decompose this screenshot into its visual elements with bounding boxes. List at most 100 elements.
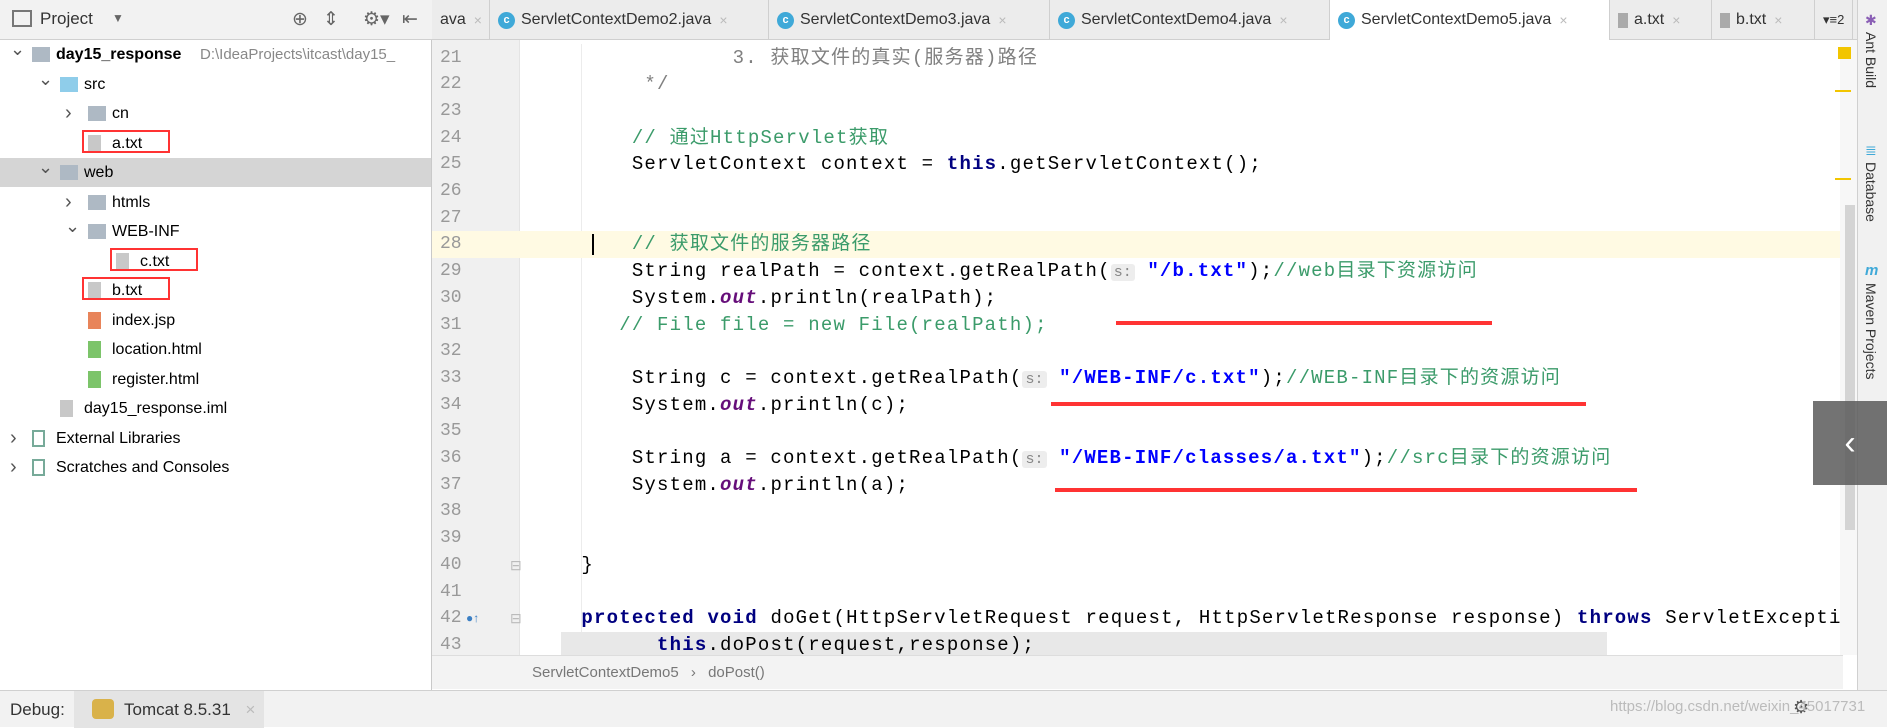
hide-panel-icon[interactable]: ⇤ xyxy=(402,8,418,31)
tree-item[interactable]: location.html xyxy=(0,335,431,364)
tree-item[interactable]: ⌄ src xyxy=(0,69,431,99)
close-icon[interactable]: × xyxy=(1672,12,1680,28)
maven-icon: m xyxy=(1865,262,1879,279)
override-gutter-icon[interactable]: ●↑ xyxy=(466,605,479,632)
editor-tab[interactable]: b.txt × xyxy=(1712,0,1815,40)
tree-item[interactable]: index.jsp xyxy=(0,306,431,335)
maven-projects-tool-button[interactable]: Maven Projects xyxy=(1863,283,1879,379)
chevron-right-icon[interactable]: › xyxy=(10,453,17,482)
code-token: this xyxy=(657,633,708,656)
chevron-down-icon[interactable]: ⌄ xyxy=(38,153,53,182)
tabs-overflow-button[interactable]: ▾≡2 xyxy=(1815,0,1854,40)
tree-item-label: day15_response xyxy=(56,46,182,63)
class-icon: c xyxy=(777,11,794,29)
tree-item[interactable]: › External Libraries xyxy=(0,424,431,453)
tree-item[interactable]: › cn xyxy=(0,99,431,128)
code-token: System. xyxy=(531,473,721,496)
collapse-side-button[interactable]: ‹ xyxy=(1813,401,1887,485)
collapse-all-icon[interactable]: ⇕ xyxy=(323,8,339,31)
debug-tab-tomcat[interactable]: Tomcat 8.5.31 × xyxy=(74,691,264,728)
code-token: } xyxy=(531,553,595,576)
close-icon[interactable]: × xyxy=(719,12,727,28)
editor-tab[interactable]: a.txt × xyxy=(1610,0,1712,40)
code-line: 42 ●↑ ⊟ protected void doGet(HttpServletRe… xyxy=(432,605,1840,632)
code-text: String realPath = context.getRealPath(s:… xyxy=(531,258,1478,287)
text-file-icon xyxy=(1618,12,1628,28)
database-tool-button[interactable]: Database xyxy=(1863,162,1879,222)
close-icon[interactable]: × xyxy=(474,12,482,28)
editor-tab[interactable]: c ServletContextDemo3.java × xyxy=(769,0,1050,40)
parameter-hint: s: xyxy=(1110,264,1135,282)
error-stripe-marker[interactable] xyxy=(1835,178,1851,180)
tab-label: a.txt xyxy=(1634,11,1665,28)
line-number: 32 xyxy=(440,341,462,362)
chevron-down-icon[interactable]: ⌄ xyxy=(10,35,25,64)
fold-marker-icon[interactable]: ⊟ xyxy=(510,552,522,579)
code-token: // 通过HttpServlet获取 xyxy=(531,126,890,149)
editor-tab[interactable]: ava × xyxy=(432,0,490,40)
folder-icon xyxy=(88,224,106,239)
breadcrumb: ServletContextDemo5 › doPost() xyxy=(432,655,1843,689)
tree-item[interactable]: a.txt xyxy=(0,129,431,158)
close-icon[interactable]: × xyxy=(246,700,256,719)
red-underline xyxy=(1055,488,1637,492)
chevron-down-icon[interactable]: ⌄ xyxy=(38,65,53,94)
debug-bar: Debug: Tomcat 8.5.31 × ⚙ xyxy=(0,690,1887,728)
tree-item[interactable]: ⌄ web xyxy=(0,157,431,187)
project-view-dropdown[interactable]: Project xyxy=(40,9,93,29)
line-number: 24 xyxy=(440,127,462,148)
code-token: this xyxy=(946,153,998,176)
tree-item-label: src xyxy=(84,75,106,93)
code-token: throws xyxy=(1576,607,1653,630)
code-text: // 通过HttpServlet获取 xyxy=(531,125,889,152)
code-token: "/b.txt" xyxy=(1147,260,1249,283)
line-number: 33 xyxy=(440,367,462,388)
breadcrumb-separator: › xyxy=(690,664,696,681)
gear-icon[interactable]: ⚙▾ xyxy=(363,8,390,31)
fold-marker-icon[interactable]: ⊟ xyxy=(510,605,522,632)
close-icon[interactable]: × xyxy=(998,12,1006,28)
tree-item[interactable]: ⌄ WEB-INF xyxy=(0,216,431,246)
tree-item[interactable]: › Scratches and Consoles xyxy=(0,453,431,482)
tomcat-icon xyxy=(92,699,114,719)
code-text: this.doPost(request,response); xyxy=(531,632,1035,656)
class-icon: c xyxy=(1338,11,1355,29)
code-text: */ xyxy=(531,71,670,98)
code-token: System. xyxy=(531,286,721,309)
red-annotation-box xyxy=(82,129,170,153)
editor-tab[interactable]: c ServletContextDemo2.java × xyxy=(490,0,769,40)
code-token: ); xyxy=(1248,260,1274,283)
chevron-down-icon[interactable]: ⌄ xyxy=(65,212,80,241)
tab-label: ServletContextDemo5.java xyxy=(1361,11,1552,28)
code-line: 32 xyxy=(432,338,1840,365)
tree-item[interactable]: b.txt xyxy=(0,276,431,305)
editor-tab[interactable]: c ServletContextDemo4.java × xyxy=(1050,0,1330,40)
line-number: 26 xyxy=(440,181,462,202)
code-line: 28 // 获取文件的服务器路径 xyxy=(432,231,1840,259)
code-line: 21 3. 获取文件的真实(服务器)路径 xyxy=(432,45,1840,72)
tree-item[interactable]: ⌄ day15_response D:\IdeaProjects\itcast\da… xyxy=(0,39,431,69)
tree-item[interactable]: c.txt xyxy=(0,247,431,276)
tab-label: ServletContextDemo3.java xyxy=(800,11,991,28)
line-number: 27 xyxy=(440,207,462,228)
code-editor[interactable]: 21 3. 获取文件的真实(服务器)路径 22 */23 24 // 通过HttpS… xyxy=(432,45,1840,656)
close-icon[interactable]: × xyxy=(1559,12,1567,28)
breadcrumb-method[interactable]: doPost() xyxy=(708,664,765,681)
breadcrumb-class[interactable]: ServletContextDemo5 xyxy=(532,664,679,681)
red-annotation-box xyxy=(110,247,198,271)
locate-icon[interactable]: ⊕ xyxy=(292,8,308,31)
tree-item[interactable]: register.html xyxy=(0,365,431,394)
close-icon[interactable]: × xyxy=(1774,12,1782,28)
ant-build-tool-button[interactable]: Ant Build xyxy=(1863,32,1879,88)
tree-item[interactable]: day15_response.iml xyxy=(0,394,431,423)
ant-icon: ✱ xyxy=(1865,12,1877,28)
warning-marker[interactable] xyxy=(1838,47,1851,59)
chevron-right-icon[interactable]: › xyxy=(10,424,17,453)
error-stripe-marker[interactable] xyxy=(1835,90,1851,92)
close-icon[interactable]: × xyxy=(1279,12,1287,28)
editor-tab[interactable]: c ServletContextDemo5.java × xyxy=(1330,0,1610,40)
chevron-down-icon[interactable]: ▼ xyxy=(112,11,124,25)
chevron-right-icon[interactable]: › xyxy=(65,99,72,128)
code-line: 25 ServletContext context = this.getServ… xyxy=(432,151,1840,178)
